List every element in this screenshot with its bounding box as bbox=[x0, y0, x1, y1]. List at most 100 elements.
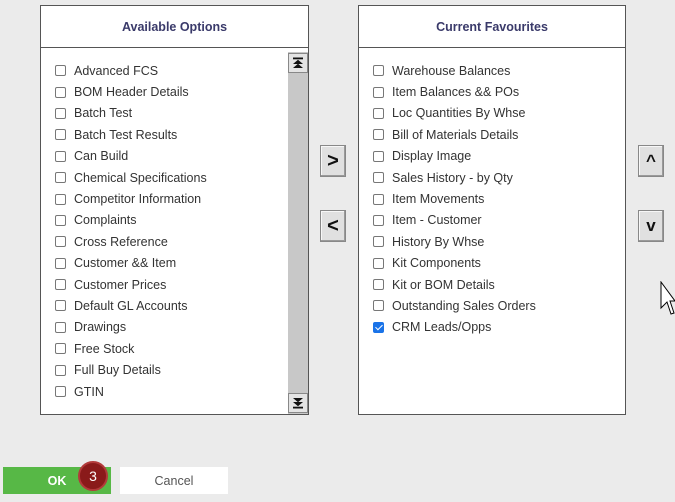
remove-from-favourites-button[interactable]: < bbox=[320, 210, 346, 242]
double-chevron-up-icon bbox=[293, 57, 303, 68]
available-item-label: Competitor Information bbox=[74, 192, 202, 207]
favourites-item-checkbox[interactable] bbox=[373, 321, 384, 333]
favourites-item-label: Outstanding Sales Orders bbox=[392, 298, 536, 313]
available-list-item[interactable]: GTIN bbox=[41, 381, 207, 402]
favourites-list-item[interactable]: History By Whse bbox=[359, 231, 536, 252]
available-item-checkbox[interactable] bbox=[55, 214, 66, 226]
available-list-item[interactable]: Default GL Accounts bbox=[41, 295, 207, 316]
favourites-item-checkbox[interactable] bbox=[373, 300, 384, 312]
available-list-item[interactable]: BOM Header Details bbox=[41, 81, 207, 102]
favourites-list-item[interactable]: Warehouse Balances bbox=[359, 60, 536, 81]
available-list-item[interactable]: Chemical Specifications bbox=[41, 167, 207, 188]
favourites-item-checkbox[interactable] bbox=[373, 129, 384, 141]
available-list-item[interactable]: Drawings bbox=[41, 317, 207, 338]
favourites-item-checkbox[interactable] bbox=[373, 279, 384, 291]
available-item-checkbox[interactable] bbox=[55, 107, 66, 119]
favourites-item-label: Sales History - by Qty bbox=[392, 170, 513, 185]
available-item-checkbox[interactable] bbox=[55, 150, 66, 162]
favourites-list-item[interactable]: Display Image bbox=[359, 146, 536, 167]
favourites-list-item[interactable]: Bill of Materials Details bbox=[359, 124, 536, 145]
favourites-item-checkbox[interactable] bbox=[373, 214, 384, 226]
favourites-list-item[interactable]: Sales History - by Qty bbox=[359, 167, 536, 188]
available-item-checkbox[interactable] bbox=[55, 321, 66, 333]
available-item-label: Full Buy Details bbox=[74, 363, 161, 378]
double-chevron-down-icon bbox=[293, 398, 303, 409]
available-list-item[interactable]: Batch Test bbox=[41, 103, 207, 124]
favourites-list-item[interactable]: Outstanding Sales Orders bbox=[359, 295, 536, 316]
favourites-item-label: Item Movements bbox=[392, 192, 485, 207]
move-up-button[interactable]: ^ bbox=[638, 145, 664, 177]
available-item-checkbox[interactable] bbox=[55, 364, 66, 376]
add-to-favourites-button[interactable]: > bbox=[320, 145, 346, 177]
available-item-label: Batch Test Results bbox=[74, 127, 178, 142]
available-list-item[interactable]: Customer Prices bbox=[41, 274, 207, 295]
available-item-label: BOM Header Details bbox=[74, 85, 189, 100]
available-options-list: Advanced FCS BOM Header Details Batch Test… bbox=[41, 60, 207, 402]
available-item-checkbox[interactable] bbox=[55, 193, 66, 205]
available-options-panel: Available Options Advanced FCS BOM Header… bbox=[40, 5, 309, 415]
cancel-button[interactable]: Cancel bbox=[120, 467, 228, 494]
available-list-item[interactable]: Competitor Information bbox=[41, 188, 207, 209]
available-item-label: Customer && Item bbox=[74, 256, 177, 271]
available-list-item[interactable]: Can Build bbox=[41, 146, 207, 167]
available-item-label: Cross Reference bbox=[74, 234, 168, 249]
move-down-button[interactable]: v bbox=[638, 210, 664, 242]
favourites-list-item[interactable]: Loc Quantities By Whse bbox=[359, 103, 536, 124]
mouse-pointer-icon bbox=[660, 281, 675, 315]
favourites-list-item[interactable]: Item Balances && POs bbox=[359, 81, 536, 102]
step-badge: 3 bbox=[78, 461, 108, 491]
available-list-item[interactable]: Cross Reference bbox=[41, 231, 207, 252]
favourites-list-item[interactable]: Item Movements bbox=[359, 188, 536, 209]
favourites-item-checkbox[interactable] bbox=[373, 150, 384, 162]
favourites-item-label: Warehouse Balances bbox=[392, 63, 511, 78]
scroll-bottom-button[interactable] bbox=[288, 393, 308, 413]
favourites-item-checkbox[interactable] bbox=[373, 236, 384, 248]
available-options-title: Available Options bbox=[41, 6, 308, 48]
available-list-item[interactable]: Advanced FCS bbox=[41, 60, 207, 81]
available-item-label: Advanced FCS bbox=[74, 63, 159, 78]
available-item-label: Customer Prices bbox=[74, 277, 167, 292]
favourites-item-label: Item - Customer bbox=[392, 213, 482, 228]
available-list-item[interactable]: Free Stock bbox=[41, 338, 207, 359]
favourites-item-label: Loc Quantities By Whse bbox=[392, 106, 526, 121]
available-item-label: GTIN bbox=[74, 384, 104, 399]
available-item-checkbox[interactable] bbox=[55, 65, 66, 77]
available-item-checkbox[interactable] bbox=[55, 279, 66, 291]
available-list-item[interactable]: Customer && Item bbox=[41, 253, 207, 274]
available-list-item[interactable]: Batch Test Results bbox=[41, 124, 207, 145]
favourites-item-label: Kit Components bbox=[392, 256, 481, 271]
favourites-item-checkbox[interactable] bbox=[373, 86, 384, 98]
available-item-checkbox[interactable] bbox=[55, 129, 66, 141]
favourites-list-item[interactable]: Item - Customer bbox=[359, 210, 536, 231]
available-list-item[interactable]: Complaints bbox=[41, 210, 207, 231]
favourites-item-checkbox[interactable] bbox=[373, 65, 384, 77]
favourites-list-item[interactable]: Kit or BOM Details bbox=[359, 274, 536, 295]
available-item-checkbox[interactable] bbox=[55, 236, 66, 248]
favourites-item-checkbox[interactable] bbox=[373, 172, 384, 184]
favourites-item-label: Kit or BOM Details bbox=[392, 277, 495, 292]
available-item-label: Can Build bbox=[74, 149, 129, 164]
scroll-top-button[interactable] bbox=[288, 53, 308, 73]
favourites-item-label: History By Whse bbox=[392, 234, 485, 249]
available-item-checkbox[interactable] bbox=[55, 86, 66, 98]
available-item-checkbox[interactable] bbox=[55, 300, 66, 312]
current-favourites-list: Warehouse Balances Item Balances && POs Lo… bbox=[359, 60, 536, 338]
available-scrollbar[interactable] bbox=[288, 52, 308, 414]
available-item-label: Batch Test bbox=[74, 106, 133, 121]
available-item-label: Free Stock bbox=[74, 341, 135, 356]
favourites-item-label: Item Balances && POs bbox=[392, 85, 520, 100]
favourites-list-item[interactable]: CRM Leads/Opps bbox=[359, 317, 536, 338]
available-list-item[interactable]: Full Buy Details bbox=[41, 359, 207, 380]
available-item-checkbox[interactable] bbox=[55, 386, 66, 398]
favourites-list-item[interactable]: Kit Components bbox=[359, 253, 536, 274]
available-item-label: Drawings bbox=[74, 320, 127, 335]
favourites-item-checkbox[interactable] bbox=[373, 257, 384, 269]
favourites-item-checkbox[interactable] bbox=[373, 107, 384, 119]
favourites-item-checkbox[interactable] bbox=[373, 193, 384, 205]
available-item-checkbox[interactable] bbox=[55, 172, 66, 184]
favourites-item-label: Display Image bbox=[392, 149, 472, 164]
available-item-label: Chemical Specifications bbox=[74, 170, 207, 185]
favourites-item-label: CRM Leads/Opps bbox=[392, 320, 492, 335]
available-item-checkbox[interactable] bbox=[55, 343, 66, 355]
available-item-checkbox[interactable] bbox=[55, 257, 66, 269]
